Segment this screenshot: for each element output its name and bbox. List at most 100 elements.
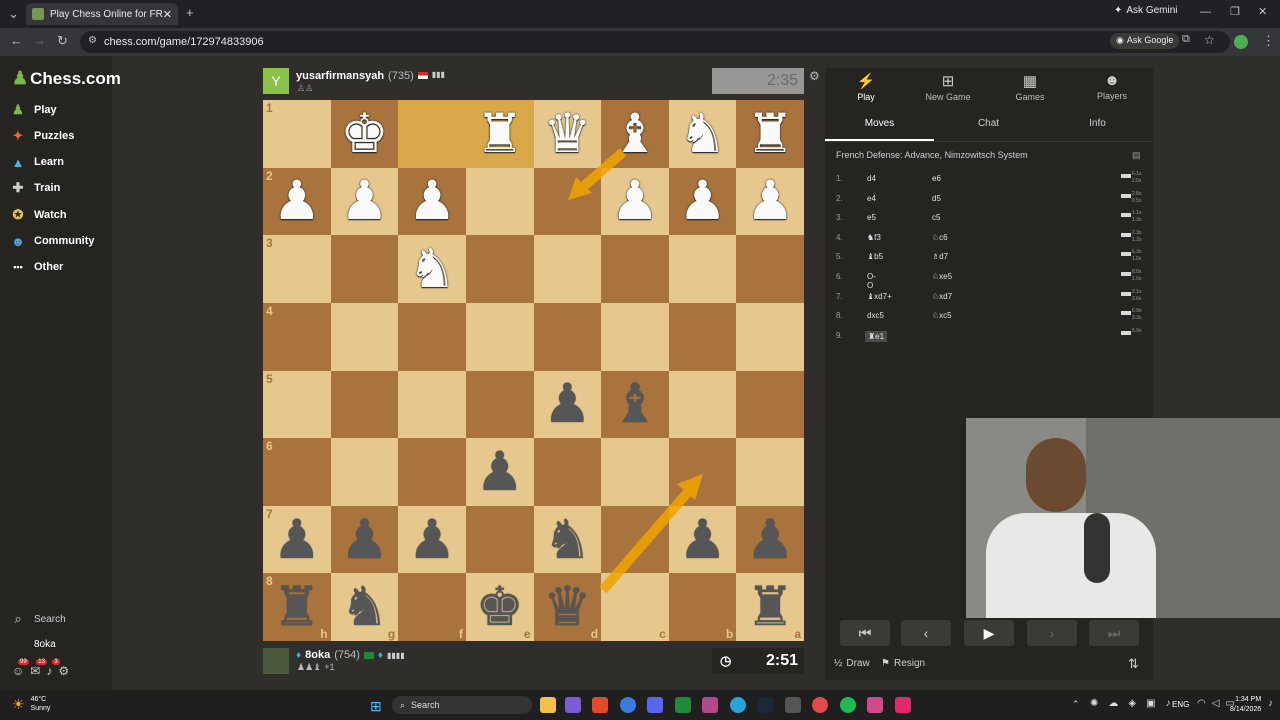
profile-avatar[interactable] (1234, 35, 1248, 49)
sidebar-item-community[interactable]: ☻ Community (10, 231, 94, 251)
messages-icon[interactable]: ✉ 13 (30, 659, 47, 678)
play-icon: ♟ (12, 102, 24, 117)
white-move[interactable]: ♝b5 (867, 252, 883, 261)
forward-icon[interactable]: → (33, 33, 46, 48)
black-move[interactable]: c5 (932, 213, 940, 222)
friends-icon[interactable]: ☺ 99 (12, 659, 29, 678)
site-info-icon[interactable]: ⚙ (88, 35, 97, 46)
next-move-button[interactable]: › (1027, 620, 1077, 646)
book-icon[interactable]: ▤ (1132, 150, 1141, 161)
browser-menu-icon[interactable]: ⋮ (1262, 33, 1275, 49)
tray-icon[interactable]: ◈ (1128, 698, 1136, 709)
settings-gear-icon[interactable]: ⚙ (58, 664, 69, 678)
settings-icon[interactable] (785, 697, 801, 713)
app-icon[interactable] (867, 697, 883, 713)
clock-widget[interactable]: 1:34 PM 8/14/2026 (1230, 695, 1261, 715)
black-move[interactable]: ♘xe5 (932, 272, 952, 281)
opponent-name[interactable]: yusarfirmansyah (296, 70, 384, 82)
taskbar-search[interactable]: ⌕ Search (392, 696, 532, 714)
url-input[interactable]: chess.com/game/172974833906 (80, 31, 1230, 53)
browser-tab[interactable]: Play Chess Online for FREE - 2 Pla... ✕ (26, 3, 178, 25)
sidebar-item-puzzles[interactable]: ✦ Puzzles (10, 126, 75, 146)
discord-icon[interactable] (647, 697, 663, 713)
player-name[interactable]: 8oka (305, 649, 330, 661)
draw-button[interactable]: ½ Draw (834, 658, 870, 669)
white-move[interactable]: ♝xd7+ (867, 292, 892, 301)
subtab-moves[interactable]: Moves (825, 118, 934, 129)
close-window-icon[interactable]: ✕ (1258, 5, 1267, 18)
black-move[interactable]: e6 (932, 174, 941, 183)
xbox-icon[interactable] (675, 697, 691, 713)
play-moves-button[interactable]: ▶ (964, 620, 1014, 646)
steam-icon[interactable] (757, 697, 773, 713)
tiktok-icon[interactable] (895, 697, 911, 713)
tab-search-icon[interactable]: ⌄ (8, 6, 19, 22)
chesscom-logo[interactable]: ♟ Chess.com (12, 68, 121, 89)
black-move[interactable]: ♗d7 (932, 252, 948, 261)
subtab-info[interactable]: Info (1043, 118, 1152, 129)
volume-icon: ◁ (1211, 698, 1220, 709)
minimize-icon[interactable]: — (1200, 6, 1211, 18)
white-move[interactable]: e4 (867, 194, 876, 203)
white-move[interactable]: O-O (867, 272, 876, 290)
sidebar-item-learn[interactable]: ▲ Learn (10, 152, 64, 172)
file-explorer-icon[interactable] (540, 697, 556, 713)
black-move[interactable]: d5 (932, 194, 941, 203)
language-indicator[interactable]: ENG (1172, 700, 1189, 709)
bookmark-star-icon[interactable]: ☆ (1204, 33, 1215, 47)
ask-gemini-button[interactable]: ✦ Ask Gemini (1114, 5, 1178, 16)
subtab-chat[interactable]: Chat (934, 118, 1043, 129)
first-move-button[interactable]: ⏮ (840, 620, 890, 646)
cast-icon[interactable]: ⧉ (1182, 33, 1190, 46)
microphone-icon[interactable]: ♪ (1166, 698, 1171, 709)
last-move-button[interactable]: ⏭ (1089, 620, 1139, 646)
sidebar-item-watch[interactable]: ✪ Watch (10, 205, 67, 225)
opponent-avatar[interactable]: Y (263, 68, 289, 94)
black-move[interactable]: ♘xd7 (932, 292, 952, 301)
cloud-icon[interactable]: ☁ (1108, 698, 1118, 709)
black-move[interactable]: ♘c6 (932, 233, 948, 242)
windows-start-icon[interactable]: ⊞ (370, 698, 382, 715)
brave-icon[interactable] (592, 697, 608, 713)
weather-widget[interactable]: ☀ 46°C Sunny (12, 695, 50, 713)
white-move[interactable]: ♞f3 (867, 233, 881, 242)
maximize-icon[interactable]: ❐ (1230, 5, 1240, 18)
new-tab-icon[interactable]: + (186, 5, 194, 20)
app-icon[interactable] (565, 697, 581, 713)
white-move[interactable]: ♜e1 (865, 330, 888, 342)
app-icon[interactable] (812, 697, 828, 713)
telegram-icon[interactable] (730, 697, 746, 713)
move-time-white: 8.0s (1132, 269, 1142, 275)
white-move[interactable]: dxc5 (867, 311, 884, 320)
back-icon[interactable]: ← (10, 33, 23, 48)
notification-bell-icon[interactable]: ♪ (1268, 698, 1273, 709)
ask-google-button[interactable]: ◉ Ask Google (1110, 33, 1180, 49)
sidebar-item-other[interactable]: ••• Other (10, 257, 63, 277)
white-move[interactable]: e5 (867, 213, 876, 222)
tray-icon[interactable]: ▣ (1146, 698, 1155, 709)
close-tab-icon[interactable]: ✕ (163, 8, 172, 21)
player-avatar[interactable] (263, 648, 289, 674)
board-settings-icon[interactable]: ⚙ (809, 69, 820, 83)
white-move[interactable]: d4 (867, 174, 876, 183)
app-icon[interactable] (702, 697, 718, 713)
tab-new-game[interactable]: ⊞ New Game (907, 72, 989, 102)
tab-play[interactable]: ⚡ Play (825, 72, 907, 102)
resign-button[interactable]: ⚑ Resign (881, 658, 925, 669)
chrome-icon[interactable] (620, 697, 636, 713)
tray-chevron-icon[interactable]: ⌃ (1072, 699, 1080, 710)
sidebar-item-train[interactable]: ✚ Train (10, 178, 61, 198)
sidebar-search[interactable]: ⌕ Search (10, 609, 65, 629)
sidebar-user[interactable]: 8oka (10, 634, 56, 654)
flip-board-icon[interactable]: ⇅ (1128, 656, 1139, 672)
notifications-icon[interactable]: ♪ 3 (46, 659, 60, 678)
black-move[interactable]: ♘xc5 (932, 311, 952, 320)
sidebar-item-play[interactable]: ♟ Play (10, 100, 56, 120)
opening-name[interactable]: French Defense: Advance, Nimzowitsch Sys… (836, 150, 1028, 160)
spotify-icon[interactable] (840, 697, 856, 713)
reload-icon[interactable]: ↻ (57, 33, 68, 49)
tray-icon[interactable]: ✺ (1090, 698, 1098, 709)
tab-players[interactable]: ☻ Players (1071, 72, 1153, 101)
tab-games[interactable]: ▦ Games (989, 72, 1071, 102)
previous-move-button[interactable]: ‹ (901, 620, 951, 646)
